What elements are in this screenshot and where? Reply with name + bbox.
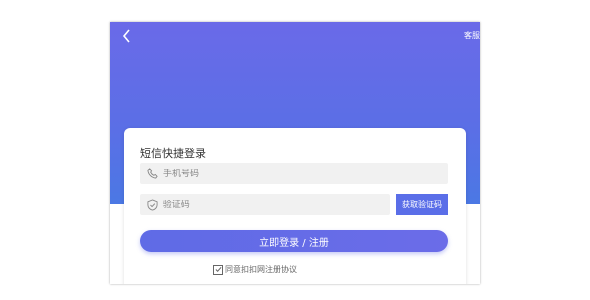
login-button[interactable]: 立即登录 / 注册 <box>140 230 448 252</box>
card-title: 短信快捷登录 <box>140 147 206 160</box>
phone-field[interactable] <box>140 163 448 184</box>
agreement-row: 同意扣扣网注册协议 <box>213 264 297 275</box>
check-icon <box>215 266 222 273</box>
code-input[interactable] <box>162 199 390 210</box>
top-right-link[interactable]: 客服 <box>464 31 480 41</box>
agreement-checkbox[interactable] <box>213 264 223 275</box>
app-frame: 客服 短信快捷登录 获取验证码 立即登录 / 注册 <box>110 22 480 284</box>
agreement-text[interactable]: 同意扣扣网注册协议 <box>225 264 297 275</box>
code-field[interactable] <box>140 194 390 215</box>
get-code-button[interactable]: 获取验证码 <box>396 194 448 215</box>
phone-icon <box>146 167 159 181</box>
chevron-left-icon <box>122 29 130 43</box>
shield-icon <box>146 198 159 212</box>
login-card: 短信快捷登录 获取验证码 立即登录 / 注册 <box>124 128 466 284</box>
back-button[interactable] <box>118 27 134 45</box>
phone-input[interactable] <box>162 168 448 179</box>
